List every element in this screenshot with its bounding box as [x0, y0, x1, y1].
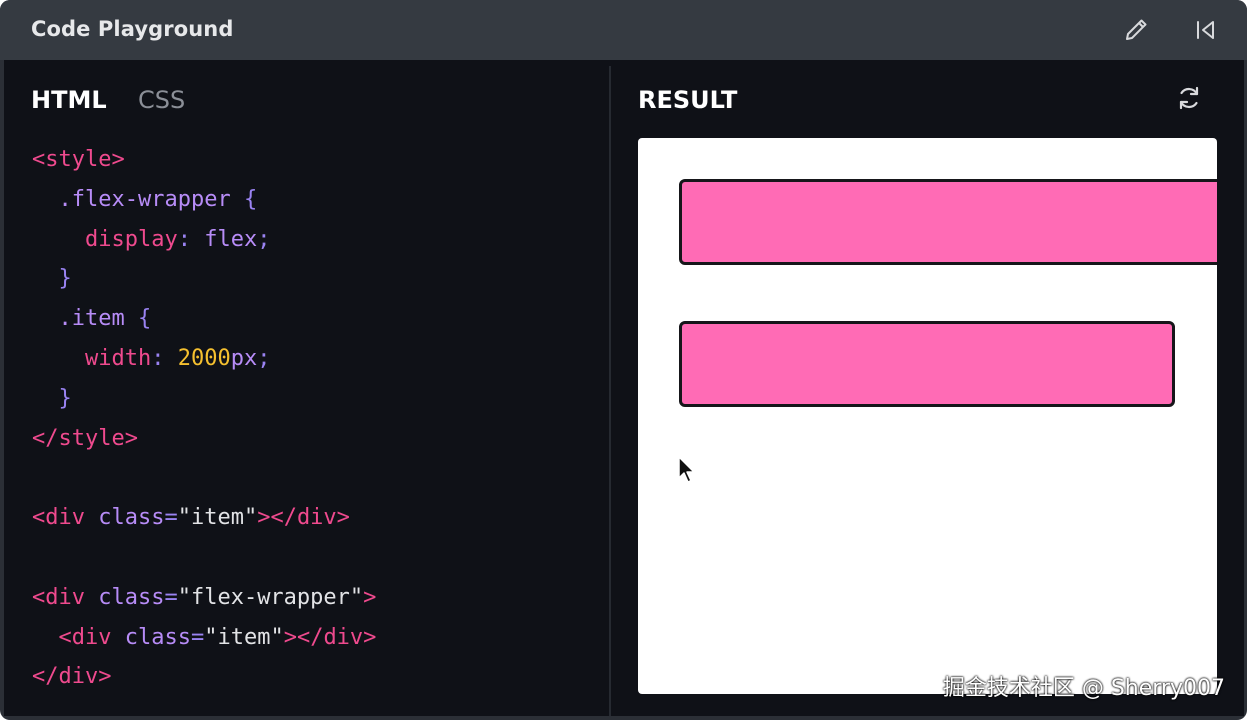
- code-token: class: [98, 584, 165, 610]
- code-token: =: [190, 624, 205, 650]
- code-token: 2000: [177, 345, 231, 371]
- code-token: <div: [32, 505, 85, 531]
- code-token: {: [137, 306, 152, 332]
- pane-divider[interactable]: [609, 66, 611, 716]
- code-token: }: [58, 385, 72, 411]
- code-token: class: [124, 624, 191, 650]
- collapse-button[interactable]: [1192, 16, 1220, 44]
- code-line: .flex-wrapper {: [32, 180, 376, 220]
- playground-body: HTML CSS <style> .flex-wrapper { display…: [4, 60, 1244, 716]
- code-token: display: [84, 226, 178, 252]
- code-token: :: [177, 226, 205, 252]
- code-token: "flex-wrapper": [177, 584, 364, 610]
- code-token: "item": [204, 624, 284, 650]
- code-token: </div>: [32, 664, 112, 690]
- code-token: >: [363, 584, 377, 610]
- result-label: RESULT: [638, 86, 738, 114]
- tab-html[interactable]: HTML: [31, 86, 107, 114]
- code-token: class: [98, 505, 165, 531]
- title-bar: Code Playground: [0, 0, 1247, 60]
- code-token: <style>: [32, 147, 125, 172]
- mouse-cursor-icon: [677, 455, 697, 485]
- result-preview: [638, 138, 1217, 694]
- code-line: }: [32, 379, 376, 419]
- preview-item-flex-child: [679, 321, 1175, 407]
- code-token: width: [84, 345, 152, 371]
- collapse-left-icon: [1192, 16, 1220, 44]
- code-token: {: [243, 186, 258, 212]
- refresh-button[interactable]: [1174, 83, 1204, 113]
- code-token: px: [230, 345, 258, 371]
- code-token: <div: [58, 624, 112, 650]
- app-title: Code Playground: [31, 17, 234, 41]
- code-line: </style>: [32, 419, 376, 459]
- code-playground-window: Code Playground HTML CSS <style> .flex-w…: [0, 0, 1247, 720]
- preview-item-block: [679, 179, 1217, 265]
- code-line: <div class="flex-wrapper">: [32, 578, 376, 618]
- tab-css[interactable]: CSS: [138, 86, 185, 114]
- code-token: ></div>: [283, 624, 377, 650]
- code-token: }: [58, 266, 72, 292]
- code-token: <div: [32, 584, 85, 610]
- code-line: <div class="item"></div>: [32, 498, 376, 538]
- code-token: ;: [257, 226, 271, 252]
- pencil-icon: [1122, 16, 1150, 44]
- code-line: }: [32, 259, 376, 299]
- code-token: =: [164, 505, 178, 531]
- code-editor[interactable]: <style> .flex-wrapper { display: flex; }…: [32, 140, 376, 697]
- code-token: ></div>: [257, 505, 350, 531]
- code-line: <div class="item"></div>: [32, 618, 377, 658]
- code-token: =: [164, 584, 178, 610]
- code-line: .item {: [32, 299, 376, 339]
- code-line: <style>: [32, 140, 376, 180]
- refresh-icon: [1174, 83, 1204, 113]
- watermark: 掘金技术社区 @ Sherry007: [942, 676, 1225, 701]
- edit-button[interactable]: [1122, 16, 1150, 44]
- code-token: flex: [204, 226, 258, 252]
- code-line: display: flex;: [32, 220, 376, 260]
- code-line: width: 2000px;: [32, 339, 376, 379]
- code-token: .flex-wrapper: [58, 186, 231, 212]
- code-token: :: [151, 345, 178, 371]
- code-token: </style>: [32, 425, 138, 451]
- code-token: "item": [177, 505, 258, 531]
- code-token: .item: [58, 306, 125, 332]
- code-line: </div>: [32, 657, 376, 697]
- code-token: ;: [257, 345, 271, 371]
